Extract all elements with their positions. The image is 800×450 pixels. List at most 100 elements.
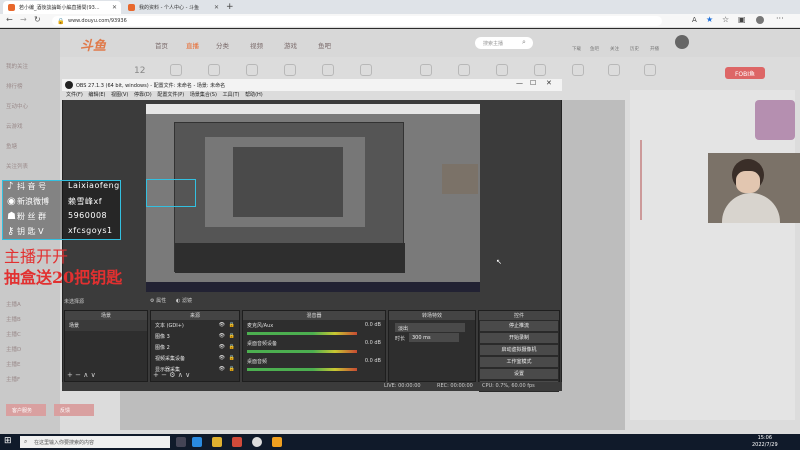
category-icon[interactable] bbox=[458, 64, 470, 76]
category-icon[interactable] bbox=[420, 64, 432, 76]
qq-icon[interactable] bbox=[272, 437, 282, 447]
minimize-icon[interactable]: — bbox=[516, 79, 523, 87]
lock-icon[interactable]: 🔒 bbox=[229, 322, 235, 328]
gear-icon[interactable]: ⚙ bbox=[169, 371, 175, 379]
nav-category[interactable]: 分类 bbox=[216, 40, 229, 50]
menu-tools[interactable]: 工具(T) bbox=[223, 92, 240, 98]
lock-icon[interactable]: 🔒 bbox=[229, 333, 235, 339]
up-icon[interactable]: ∧ bbox=[178, 371, 183, 379]
category-icon[interactable] bbox=[284, 64, 296, 76]
lock-icon[interactable]: 🔒 bbox=[229, 366, 235, 372]
read-aloud-icon[interactable]: A bbox=[692, 16, 697, 24]
menu-file[interactable]: 文件(F) bbox=[66, 92, 83, 98]
transition-select[interactable]: 淡出 bbox=[395, 323, 465, 332]
eye-icon[interactable]: 👁 bbox=[219, 355, 225, 361]
up-icon[interactable]: ∧ bbox=[83, 371, 88, 379]
task-view-icon[interactable] bbox=[176, 437, 186, 447]
properties-button[interactable]: ⚙ 属性 bbox=[150, 297, 166, 304]
collections-icon[interactable]: ▣ bbox=[738, 15, 746, 24]
taskbar-clock[interactable]: 15:06 2022/7/29 bbox=[752, 435, 778, 449]
nav-yuba[interactable]: 鱼吧 bbox=[318, 40, 331, 50]
browser-tab-active[interactable]: 若小编_酒後談論斷小編直播間(93... ✕ bbox=[3, 1, 121, 14]
menu-edit[interactable]: 编辑(E) bbox=[88, 92, 105, 98]
close-icon[interactable]: ✕ bbox=[546, 79, 552, 87]
eye-icon[interactable]: 👁 bbox=[219, 366, 225, 372]
source-item[interactable]: 图像 3 👁 🔒 bbox=[151, 331, 239, 342]
close-icon[interactable]: ✕ bbox=[214, 4, 219, 11]
category-icon[interactable] bbox=[208, 64, 220, 76]
file-explorer-icon[interactable] bbox=[212, 437, 222, 447]
add-icon[interactable]: + bbox=[67, 371, 73, 379]
sidebar-item[interactable]: 排行榜 bbox=[6, 82, 56, 92]
address-bar[interactable]: 🔒 www.douyu.com/93936 bbox=[52, 16, 662, 26]
sidebar-item[interactable]: 云游戏 bbox=[6, 122, 56, 132]
favorite-star-icon[interactable]: ★ bbox=[706, 15, 713, 24]
promo-banner[interactable] bbox=[755, 100, 795, 140]
menu-profile[interactable]: 配置文件(P) bbox=[157, 92, 184, 98]
scene-item[interactable]: 场景 bbox=[65, 320, 147, 331]
browser-tab[interactable]: 我的资料 - 个人中心 - 斗鱼 ✕ bbox=[123, 1, 223, 14]
category-icon[interactable] bbox=[608, 64, 620, 76]
category-icon[interactable] bbox=[572, 64, 584, 76]
studio-mode-button[interactable]: 工作室模式 bbox=[479, 356, 559, 368]
remove-icon[interactable]: − bbox=[161, 371, 167, 379]
top-link-download[interactable]: 下载 bbox=[572, 46, 581, 52]
top-link-live[interactable]: 开播 bbox=[650, 46, 659, 52]
forward-icon[interactable]: → bbox=[20, 15, 27, 24]
eye-icon[interactable]: 👁 bbox=[219, 333, 225, 339]
user-avatar[interactable] bbox=[675, 35, 689, 49]
fobi-badge[interactable]: FOBI鱼 bbox=[725, 67, 765, 79]
stop-streaming-button[interactable]: 停止推流 bbox=[479, 320, 559, 332]
category-icon[interactable] bbox=[246, 64, 258, 76]
lock-icon[interactable]: 🔒 bbox=[229, 355, 235, 361]
close-icon[interactable]: ✕ bbox=[112, 4, 117, 11]
sidebar-item[interactable]: 主播F bbox=[6, 375, 56, 385]
menu-view[interactable]: 视图(V) bbox=[111, 92, 128, 98]
add-icon[interactable]: + bbox=[153, 371, 159, 379]
profile-icon[interactable] bbox=[756, 16, 764, 24]
customer-service-button[interactable]: 客户服务 bbox=[6, 404, 46, 416]
top-link-yuba[interactable]: 鱼吧 bbox=[590, 46, 599, 52]
douyu-logo[interactable]: 斗鱼 bbox=[80, 35, 106, 54]
feedback-button[interactable]: 反馈 bbox=[54, 404, 94, 416]
app-icon[interactable] bbox=[232, 437, 242, 447]
more-icon[interactable]: ··· bbox=[776, 14, 784, 23]
eye-icon[interactable]: 👁 bbox=[219, 344, 225, 350]
nav-home[interactable]: 首页 bbox=[155, 40, 168, 50]
taskbar-search[interactable]: ⌕ 在这里输入你要搜索的内容 bbox=[20, 436, 170, 448]
category-icon[interactable] bbox=[534, 64, 546, 76]
refresh-icon[interactable]: ↻ bbox=[34, 15, 41, 24]
source-item[interactable]: 视频采集设备 👁 🔒 bbox=[151, 353, 239, 364]
filters-button[interactable]: ◐ 滤镜 bbox=[176, 297, 192, 304]
category-icon[interactable] bbox=[322, 64, 334, 76]
menu-scene-collection[interactable]: 场景集合(S) bbox=[190, 92, 217, 98]
down-icon[interactable]: ∨ bbox=[185, 371, 190, 379]
source-item[interactable]: 图像 2 👁 🔒 bbox=[151, 342, 239, 353]
eye-icon[interactable]: 👁 bbox=[219, 322, 225, 328]
sidebar-item[interactable]: 互动中心 bbox=[6, 102, 56, 112]
category-icon[interactable] bbox=[360, 64, 372, 76]
nav-live[interactable]: 直播 bbox=[186, 40, 199, 50]
remove-icon[interactable]: − bbox=[75, 371, 81, 379]
category-icon[interactable] bbox=[496, 64, 508, 76]
back-icon[interactable]: ← bbox=[6, 15, 13, 24]
menu-help[interactable]: 帮助(H) bbox=[245, 92, 263, 98]
sidebar-item[interactable]: 主播A bbox=[6, 300, 56, 310]
start-recording-button[interactable]: 开始录制 bbox=[479, 332, 559, 344]
nav-video[interactable]: 视频 bbox=[250, 40, 263, 50]
lock-icon[interactable]: 🔒 bbox=[229, 344, 235, 350]
top-link-history[interactable]: 历史 bbox=[630, 46, 639, 52]
edge-icon[interactable] bbox=[192, 437, 202, 447]
new-tab-button[interactable]: + bbox=[226, 2, 234, 12]
sidebar-item[interactable]: 主播D bbox=[6, 345, 56, 355]
obs-taskbar-icon[interactable] bbox=[252, 437, 262, 447]
settings-button[interactable]: 设置 bbox=[479, 368, 559, 380]
category-icon[interactable] bbox=[644, 64, 656, 76]
favorites-icon[interactable]: ☆ bbox=[722, 15, 729, 24]
sidebar-item[interactable]: 主播B bbox=[6, 315, 56, 325]
menu-dock[interactable]: 停靠(D) bbox=[134, 92, 152, 98]
source-item[interactable]: 文本 (GDI+) 👁 🔒 bbox=[151, 320, 239, 331]
category-icon[interactable] bbox=[170, 64, 182, 76]
maximize-icon[interactable]: ☐ bbox=[530, 79, 536, 87]
top-link-follow[interactable]: 关注 bbox=[610, 46, 619, 52]
